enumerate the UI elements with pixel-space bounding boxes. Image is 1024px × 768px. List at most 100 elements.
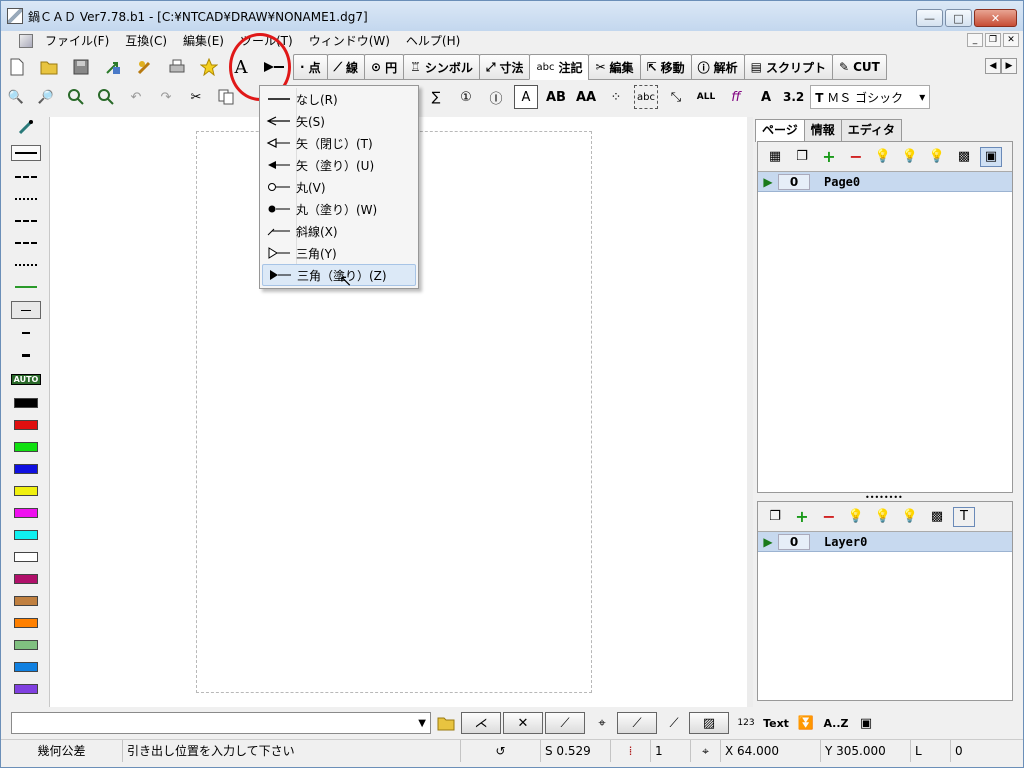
- font-name-select[interactable]: T ＭＳ ゴシック ▾: [810, 85, 931, 109]
- layer-down-icon[interactable]: ⏬: [794, 712, 818, 734]
- snap-midpoint-button[interactable]: ⟋: [617, 712, 657, 734]
- open-folder-icon[interactable]: [434, 712, 458, 734]
- menu-file[interactable]: ファイル(F): [37, 31, 117, 51]
- redo-icon[interactable]: ↷: [154, 85, 178, 109]
- menu-item-none[interactable]: なし(R): [262, 88, 416, 110]
- text-select-icon[interactable]: abc: [634, 85, 658, 109]
- color-swatch[interactable]: [11, 659, 41, 675]
- menu-help[interactable]: ヘルプ(H): [398, 31, 468, 51]
- mdi-minimize-button[interactable]: _: [967, 33, 983, 47]
- menu-item-arrow-filled[interactable]: 矢（塗り）(U): [262, 154, 416, 176]
- list-item[interactable]: ▶ 0 Page0: [758, 172, 1012, 192]
- snap-endpoint-button[interactable]: ⋌: [461, 712, 501, 734]
- sum-icon[interactable]: ∑: [424, 85, 448, 109]
- tab-script[interactable]: ▤ スクリプト: [743, 54, 834, 80]
- tab-editor[interactable]: エディタ: [840, 119, 902, 141]
- document-icon[interactable]: [19, 34, 33, 48]
- export-icon[interactable]: [134, 56, 156, 78]
- undo-icon[interactable]: ↶: [124, 85, 148, 109]
- layer-hide-all-icon[interactable]: 💡: [899, 507, 921, 527]
- snap-grid-button[interactable]: ▨: [689, 712, 729, 734]
- color-swatch[interactable]: [11, 637, 41, 653]
- page-copy-icon[interactable]: ❐: [791, 147, 813, 167]
- sort-az-icon[interactable]: A..Z: [823, 712, 848, 734]
- menu-item-arrow-open[interactable]: 矢(S): [262, 110, 416, 132]
- page-visibility-icon[interactable]: 💡: [872, 147, 894, 167]
- tab-scroll-right-icon[interactable]: ▶: [1001, 58, 1017, 74]
- menu-item-circle-open[interactable]: 丸(V): [262, 176, 416, 198]
- text-arrow-icon[interactable]: ⤡: [664, 85, 688, 109]
- eyedropper-icon[interactable]: [11, 119, 41, 135]
- line-style-dash-2[interactable]: [11, 213, 41, 229]
- layer-color-icon[interactable]: ▩: [926, 507, 948, 527]
- open-folder-icon[interactable]: [38, 56, 60, 78]
- play-icon[interactable]: ▶: [758, 175, 778, 189]
- snap-intersection-button[interactable]: ✕: [503, 712, 543, 734]
- menu-compat[interactable]: 互換(C): [117, 31, 175, 51]
- snap-free-icon[interactable]: ⟋: [662, 712, 686, 734]
- zoom-window-icon[interactable]: 🔍: [4, 85, 28, 109]
- color-auto-button[interactable]: AUTO: [10, 371, 42, 387]
- app-icon[interactable]: [7, 8, 23, 24]
- window-icon[interactable]: ▣: [854, 712, 878, 734]
- tab-edit[interactable]: ✂ 編集: [588, 54, 641, 80]
- tab-point[interactable]: · 点: [293, 54, 328, 80]
- zoom-out-icon[interactable]: [94, 85, 118, 109]
- layer-text-icon[interactable]: T: [953, 506, 975, 527]
- line-width-thick[interactable]: [11, 347, 41, 363]
- page-hide-all-icon[interactable]: 💡: [926, 147, 948, 167]
- snap-text-icon[interactable]: Text: [763, 712, 789, 734]
- text-size-icon[interactable]: AA: [574, 85, 598, 109]
- menu-item-triangle-open[interactable]: 三角(Y): [262, 242, 416, 264]
- crosshair-icon[interactable]: ⌖: [691, 739, 721, 762]
- zoom-fit-icon[interactable]: 🔎: [34, 85, 58, 109]
- print-icon[interactable]: [166, 56, 188, 78]
- menu-item-circle-filled[interactable]: 丸（塗り）(W): [262, 198, 416, 220]
- play-icon[interactable]: ▶: [758, 535, 778, 549]
- panel-splitter[interactable]: [747, 117, 753, 707]
- close-button[interactable]: ✕: [974, 9, 1017, 27]
- list-item[interactable]: ▶ 0 Layer0: [758, 532, 1012, 552]
- tab-circle[interactable]: ⊙ 円: [364, 54, 405, 80]
- command-input[interactable]: ▼: [11, 712, 431, 734]
- grid-icon[interactable]: ⁞: [611, 739, 651, 762]
- page-remove-icon[interactable]: −: [845, 147, 867, 167]
- menu-window[interactable]: ウィンドウ(W): [301, 31, 398, 51]
- color-swatch[interactable]: [11, 461, 41, 477]
- snap-nearest-button[interactable]: ⟋: [545, 712, 585, 734]
- tab-annotation[interactable]: abc 注記: [529, 54, 590, 80]
- text-replace-icon[interactable]: AB: [544, 85, 568, 109]
- color-swatch[interactable]: [11, 527, 41, 543]
- line-style-dash[interactable]: [11, 169, 41, 185]
- balloon-number-icon[interactable]: ①: [454, 85, 478, 109]
- line-color-green[interactable]: [11, 279, 41, 295]
- color-swatch[interactable]: [11, 615, 41, 631]
- color-swatch[interactable]: [11, 395, 41, 411]
- tab-analysis[interactable]: ⓘ 解析: [690, 54, 745, 80]
- tab-move[interactable]: ⇱ 移動: [639, 54, 692, 80]
- maximize-button[interactable]: □: [945, 9, 972, 27]
- layer-add-icon[interactable]: +: [791, 507, 813, 527]
- tab-line[interactable]: ⟋ 線: [326, 54, 365, 80]
- page-add-icon[interactable]: +: [818, 147, 840, 167]
- line-style-dot[interactable]: [11, 191, 41, 207]
- import-icon[interactable]: [102, 56, 124, 78]
- text-all-icon[interactable]: ALL: [694, 85, 718, 109]
- color-swatch[interactable]: [11, 505, 41, 521]
- menu-edit[interactable]: 編集(E): [175, 31, 232, 51]
- page-settings-icon[interactable]: ▣: [980, 146, 1002, 167]
- snap-center-icon[interactable]: ⌖: [590, 712, 614, 734]
- snap-number-icon[interactable]: 123: [734, 712, 758, 734]
- text-explode-icon[interactable]: ⁘: [604, 85, 628, 109]
- color-swatch[interactable]: [11, 549, 41, 565]
- layer-copy-icon[interactable]: ❐: [764, 507, 786, 527]
- rotate-icon[interactable]: ↺: [461, 739, 541, 762]
- save-icon[interactable]: [70, 56, 92, 78]
- tab-symbol[interactable]: ♖ シンボル: [403, 54, 480, 80]
- menu-item-arrow-closed[interactable]: 矢（閉じ）(T): [262, 132, 416, 154]
- color-swatch[interactable]: [11, 483, 41, 499]
- balloon-circle-icon[interactable]: Ⓘ: [484, 85, 508, 109]
- copy-icon[interactable]: [214, 85, 238, 109]
- color-swatch[interactable]: [11, 417, 41, 433]
- page-properties-icon[interactable]: ▦: [764, 147, 786, 167]
